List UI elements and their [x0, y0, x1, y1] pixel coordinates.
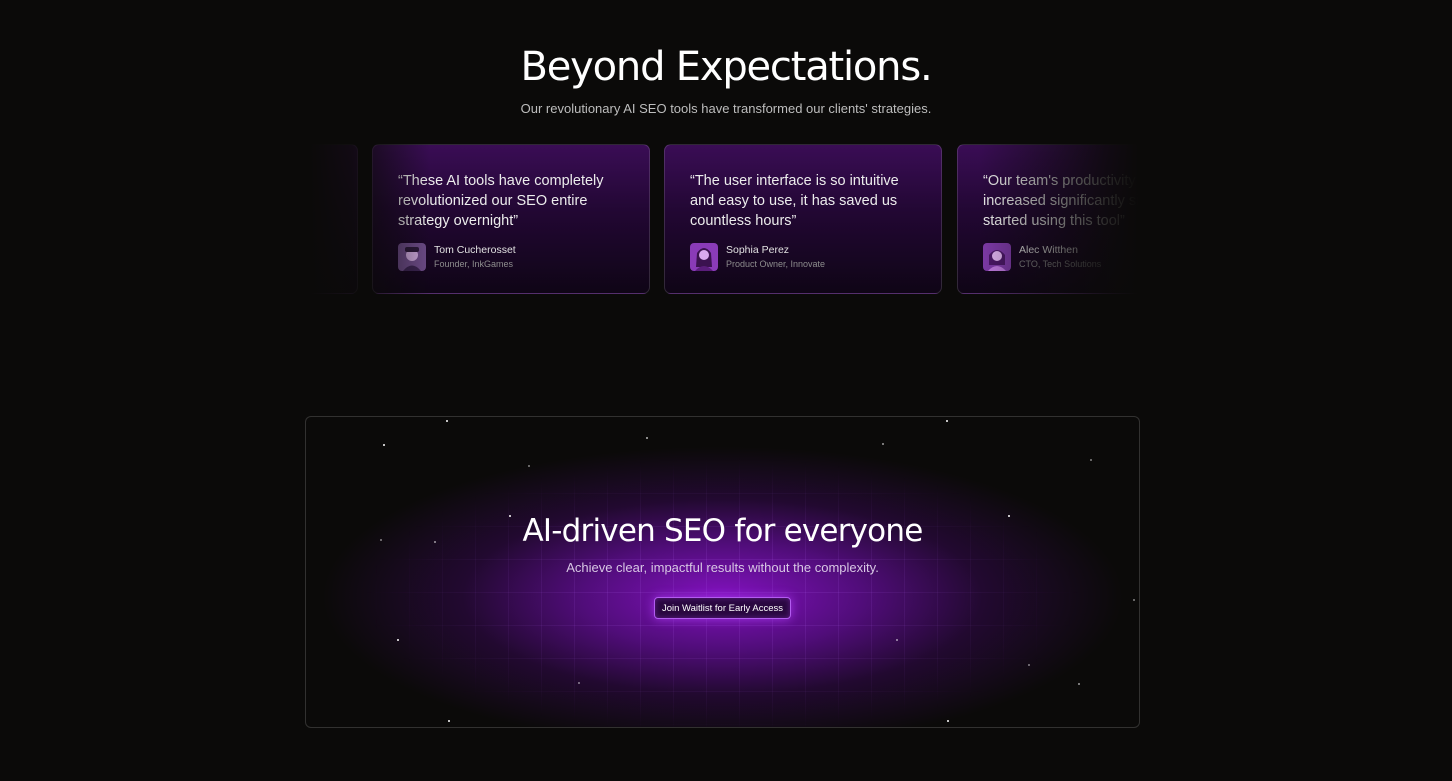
section-title: Beyond Expectations. — [520, 44, 933, 90]
star — [882, 443, 884, 445]
testimonial-author: Sophia Perez — [726, 244, 790, 256]
testimonial-role: CTO, Tech Solutions — [1019, 259, 1102, 269]
join-waitlist-button[interactable]: Join Waitlist for Early Access — [654, 597, 791, 619]
cta-title: AI-driven SEO for everyone — [522, 513, 924, 549]
cta-subtitle: Achieve clear, impactful results without… — [566, 560, 879, 575]
star — [896, 639, 898, 641]
star — [1090, 459, 1092, 461]
star — [397, 639, 399, 641]
star — [1133, 599, 1135, 601]
page: Beyond Expectations. Our revolutionary A… — [0, 0, 1452, 781]
cta-panel: AI-driven SEO for everyone Achieve clear… — [305, 416, 1140, 728]
avatar — [690, 243, 718, 271]
star — [1028, 664, 1030, 666]
testimonial-quote: “Our team's productivity has increased s… — [983, 173, 1138, 229]
testimonial-quote: “These AI tools have completely revoluti… — [398, 173, 604, 229]
star — [528, 465, 530, 467]
testimonial-card: “The user interface is so intuitive and … — [664, 144, 942, 294]
testimonial-quote: “The user interface is so intuitive and … — [690, 173, 899, 229]
testimonial-card: “These AI tools have completely revoluti… — [372, 144, 650, 294]
testimonial-author: Tom Cucherosset — [434, 244, 516, 256]
star — [946, 420, 948, 422]
star — [446, 420, 448, 422]
section-subtitle: Our revolutionary AI SEO tools have tran… — [520, 101, 932, 116]
avatar — [398, 243, 426, 271]
star — [646, 437, 648, 439]
testimonial-card: “Our team's productivity has increased s… — [957, 144, 1138, 294]
testimonial-role: Founder, InkGames — [434, 259, 514, 269]
star — [448, 720, 450, 722]
testimonials-carousel[interactable]: “These AI tools have completely revoluti… — [310, 144, 1138, 296]
star — [578, 682, 580, 684]
star — [947, 720, 949, 722]
star — [1078, 683, 1080, 685]
star — [383, 444, 385, 446]
testimonial-card-partial — [310, 144, 358, 294]
testimonial-role: Product Owner, Innovate — [726, 259, 826, 269]
avatar — [983, 243, 1011, 271]
testimonial-author: Alec Witthen — [1019, 244, 1078, 256]
